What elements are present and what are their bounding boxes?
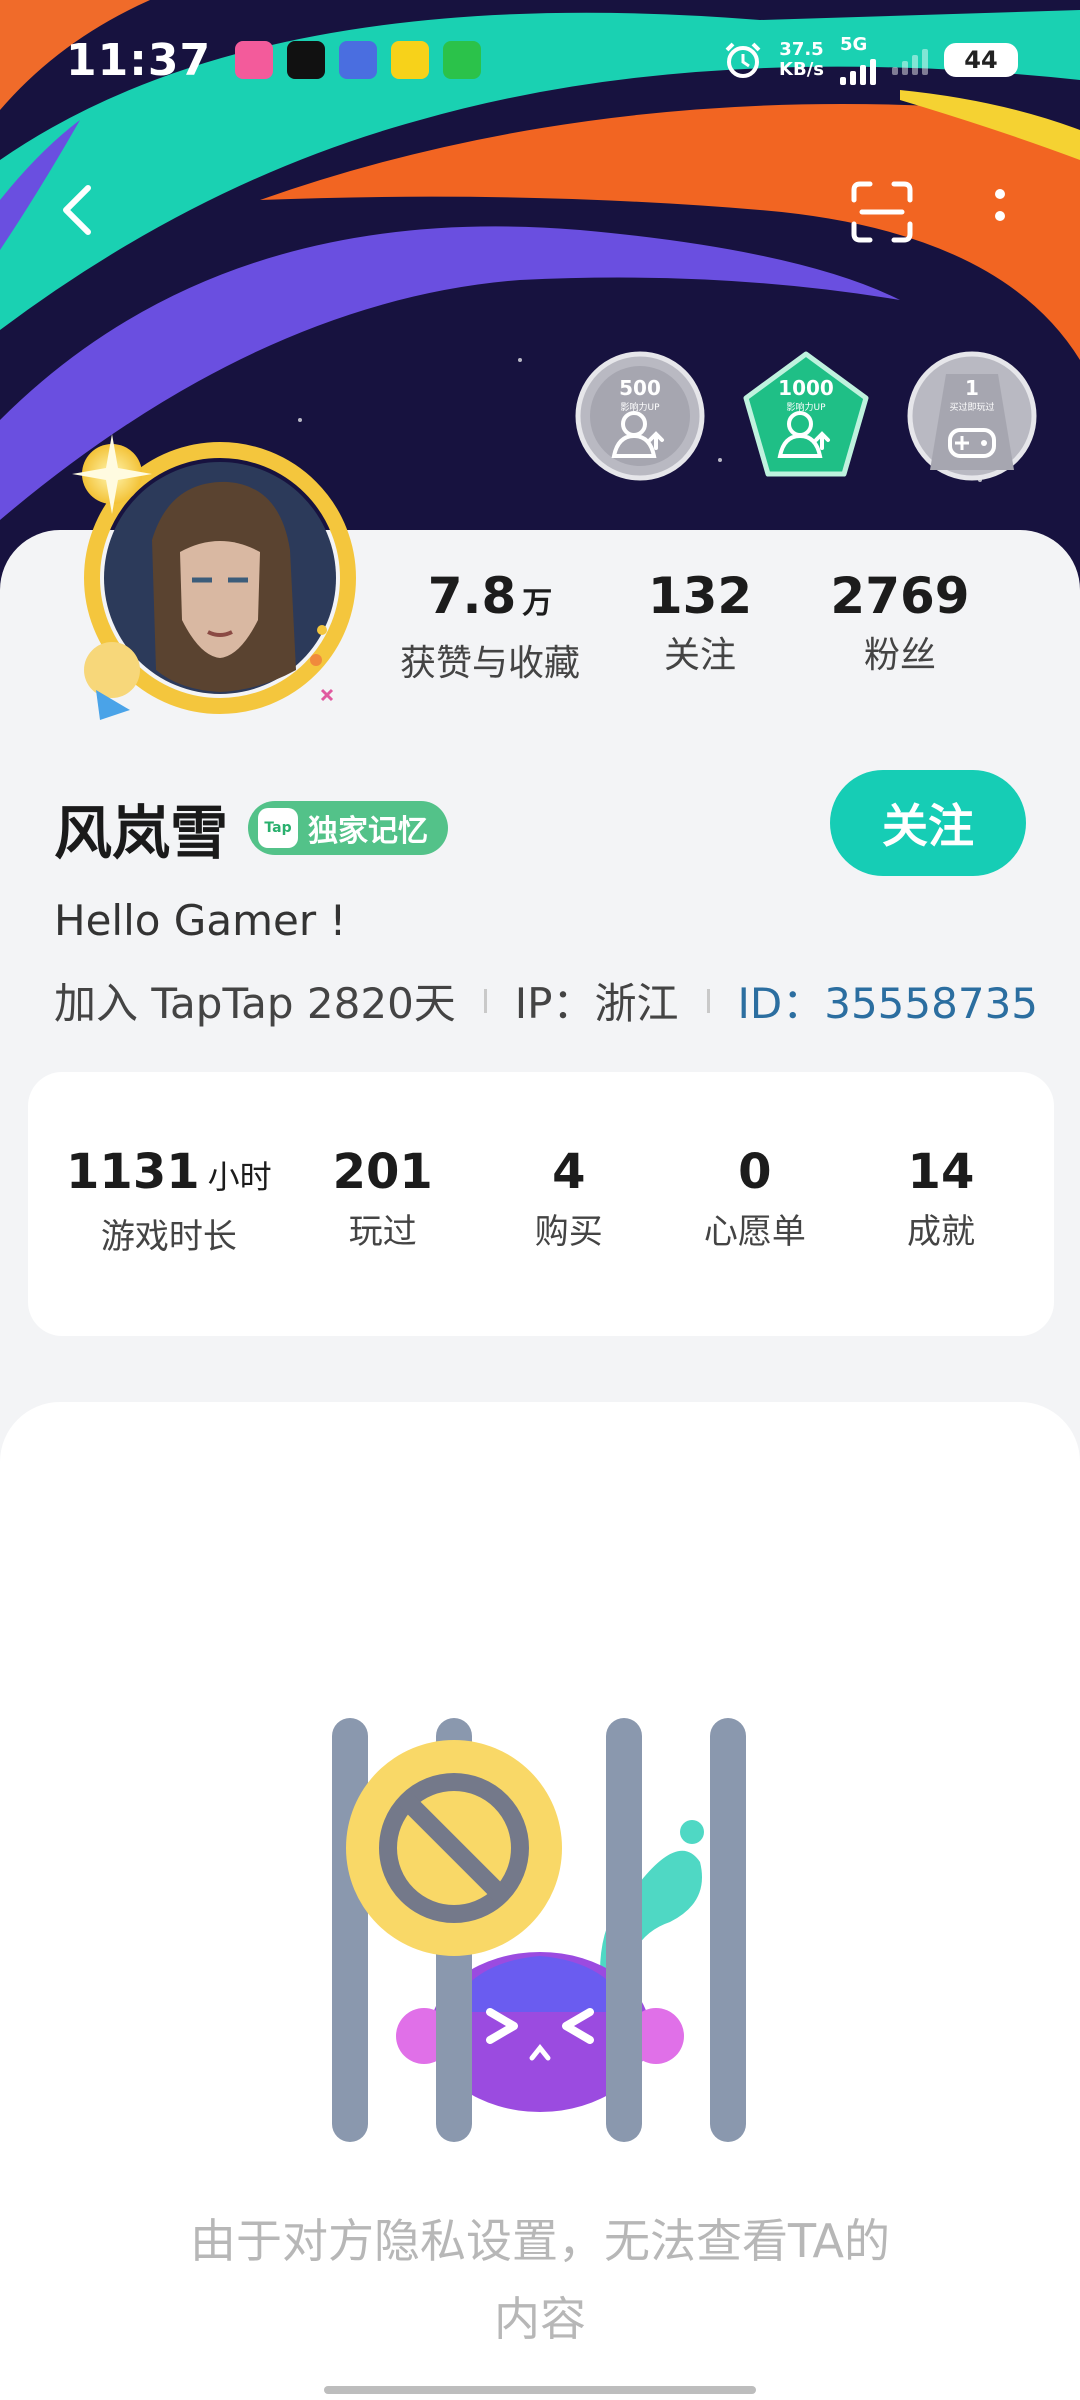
- user-id[interactable]: ID：35558735: [738, 970, 1039, 1031]
- stat-playtime[interactable]: 1131 小时 游戏时长: [66, 1144, 272, 1336]
- joined-days: 加入 TapTap 2820天: [54, 979, 456, 1028]
- tag-label: 独家记忆: [308, 814, 429, 849]
- avatar[interactable]: [60, 420, 370, 730]
- tieba-icon: [339, 41, 378, 79]
- scan-icon[interactable]: [850, 180, 914, 244]
- stat-played[interactable]: 201 玩过: [308, 1144, 458, 1336]
- app-yellow-icon: [391, 41, 430, 79]
- signal-icon: [840, 55, 876, 85]
- profile-stats: 7.8 万 获赞与收藏 132 关注 2769 粉丝: [380, 566, 1080, 686]
- stat-following[interactable]: 132 关注: [600, 566, 800, 686]
- privacy-panel: 由于对方隐私设置，无法查看TA的 内容: [0, 1402, 1080, 2400]
- bilibili-icon: [235, 41, 274, 79]
- profile-meta: 加入 TapTap 2820天 IP：浙江 ID：35558735: [54, 970, 1038, 1031]
- more-icon[interactable]: [980, 180, 1020, 244]
- privacy-message: 由于对方隐私设置，无法查看TA的 内容: [190, 2214, 890, 2346]
- badge-influence-1000[interactable]: 1000 影响力UP: [740, 350, 872, 482]
- back-icon[interactable]: [50, 180, 110, 240]
- tag-badge[interactable]: Tap 独家记忆: [248, 801, 449, 855]
- divider: [706, 988, 710, 1013]
- network-speed: 37.5 KB/s: [779, 39, 824, 80]
- user-name: 风岚雪: [54, 799, 229, 867]
- network-type: 5G: [840, 34, 868, 55]
- stat-likes[interactable]: 7.8 万 获赞与收藏: [380, 566, 600, 686]
- home-indicator[interactable]: [324, 2386, 756, 2394]
- wechat-icon: [443, 41, 482, 79]
- signal-secondary-icon: [892, 45, 928, 75]
- badge-bought-played[interactable]: 1 买过即玩过: [906, 350, 1038, 482]
- ip-location: IP：浙江: [514, 979, 679, 1028]
- stat-achievements[interactable]: 14 成就: [866, 1144, 1016, 1336]
- stat-wishlist[interactable]: 0 心愿单: [680, 1144, 830, 1336]
- tiktok-icon: [287, 41, 326, 79]
- status-time: 11:37: [66, 34, 212, 86]
- notification-icons: [235, 41, 482, 79]
- name-row: 风岚雪 Tap 独家记忆: [54, 786, 449, 870]
- taptap-logo-icon: Tap: [258, 808, 299, 848]
- stat-purchased[interactable]: 4 购买: [494, 1144, 644, 1336]
- alarm-icon: [725, 42, 761, 78]
- follow-button[interactable]: 关注: [830, 770, 1026, 876]
- privacy-blocked-illustration: [332, 1718, 746, 2142]
- badge-influence-500[interactable]: 500 影响力UP: [574, 350, 706, 482]
- game-stats-card: 1131 小时 游戏时长 201 玩过 4 购买 0 心愿单 14 成就: [28, 1072, 1054, 1336]
- status-bar: 11:37 37.5 KB/s 5G 44: [0, 0, 1080, 120]
- battery-icon: 44: [944, 43, 1018, 77]
- divider: [483, 988, 487, 1013]
- bio: Hello Gamer !: [54, 896, 347, 945]
- stat-fans[interactable]: 2769 粉丝: [800, 566, 1000, 686]
